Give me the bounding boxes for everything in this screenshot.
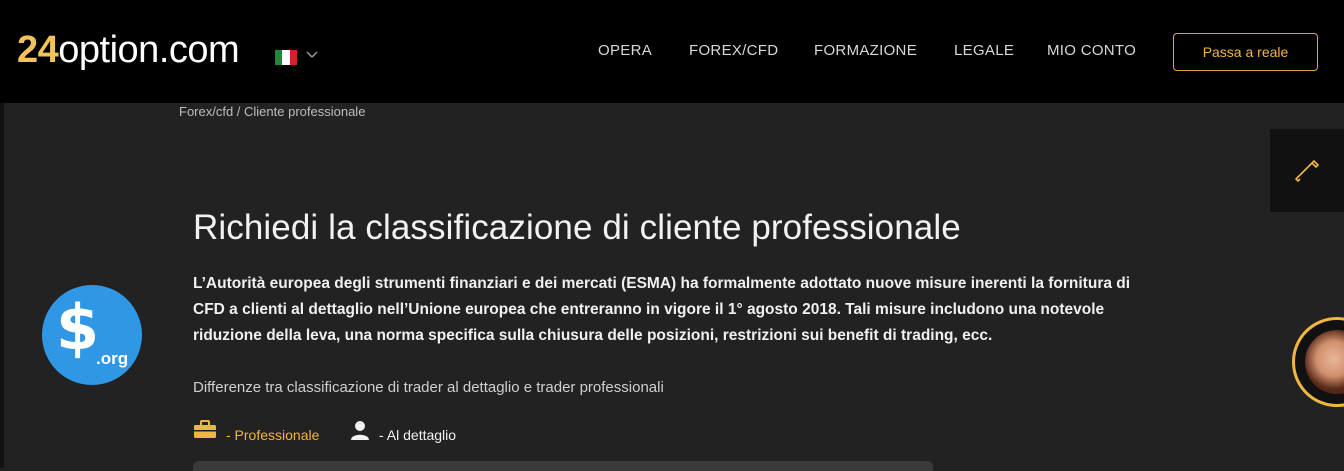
logo[interactable]: 24option.com [17, 26, 240, 74]
left-edge [0, 103, 4, 468]
live-chat-button[interactable] [1292, 317, 1344, 407]
nav-formazione[interactable]: FORMAZIONE [814, 42, 917, 59]
page-title: Richiedi la classificazione di cliente p… [193, 208, 961, 247]
watermark-symbol: $ [56, 291, 100, 364]
logo-number: 24 [17, 29, 59, 71]
nav-forex-cfd[interactable]: FOREX/CFD [689, 42, 778, 59]
legend-professional-label: - Professionale [226, 427, 320, 443]
italy-flag-icon[interactable] [275, 50, 297, 65]
comparison-table-top [193, 461, 933, 471]
person-icon [351, 421, 369, 440]
agent-avatar [1305, 330, 1344, 394]
passa-a-reale-button[interactable]: Passa a reale [1173, 33, 1318, 71]
call-button[interactable] [1270, 129, 1344, 212]
chevron-down-icon[interactable] [305, 47, 319, 61]
breadcrumb[interactable]: Forex/cfd / Cliente professionale [179, 104, 365, 119]
briefcase-icon [194, 420, 216, 438]
watermark-logo: $ .org [42, 285, 142, 385]
intro-paragraph: L’Autorità europea degli strumenti finan… [193, 275, 1131, 344]
legend-retail-label: - Al dettaglio [379, 427, 457, 443]
header: 24option.com OPERA FOREX/CFD FORMAZIONE … [0, 0, 1344, 103]
logo-domain: option.com [58, 29, 240, 71]
nav-legale[interactable]: LEGALE [954, 42, 1014, 59]
phone-icon [1295, 160, 1319, 182]
comparison-subtitle: Differenze tra classificazione di trader… [193, 379, 664, 396]
nav-opera[interactable]: OPERA [598, 42, 652, 59]
nav-mio-conto[interactable]: MIO CONTO [1047, 42, 1136, 59]
watermark-suffix: .org [96, 349, 129, 368]
